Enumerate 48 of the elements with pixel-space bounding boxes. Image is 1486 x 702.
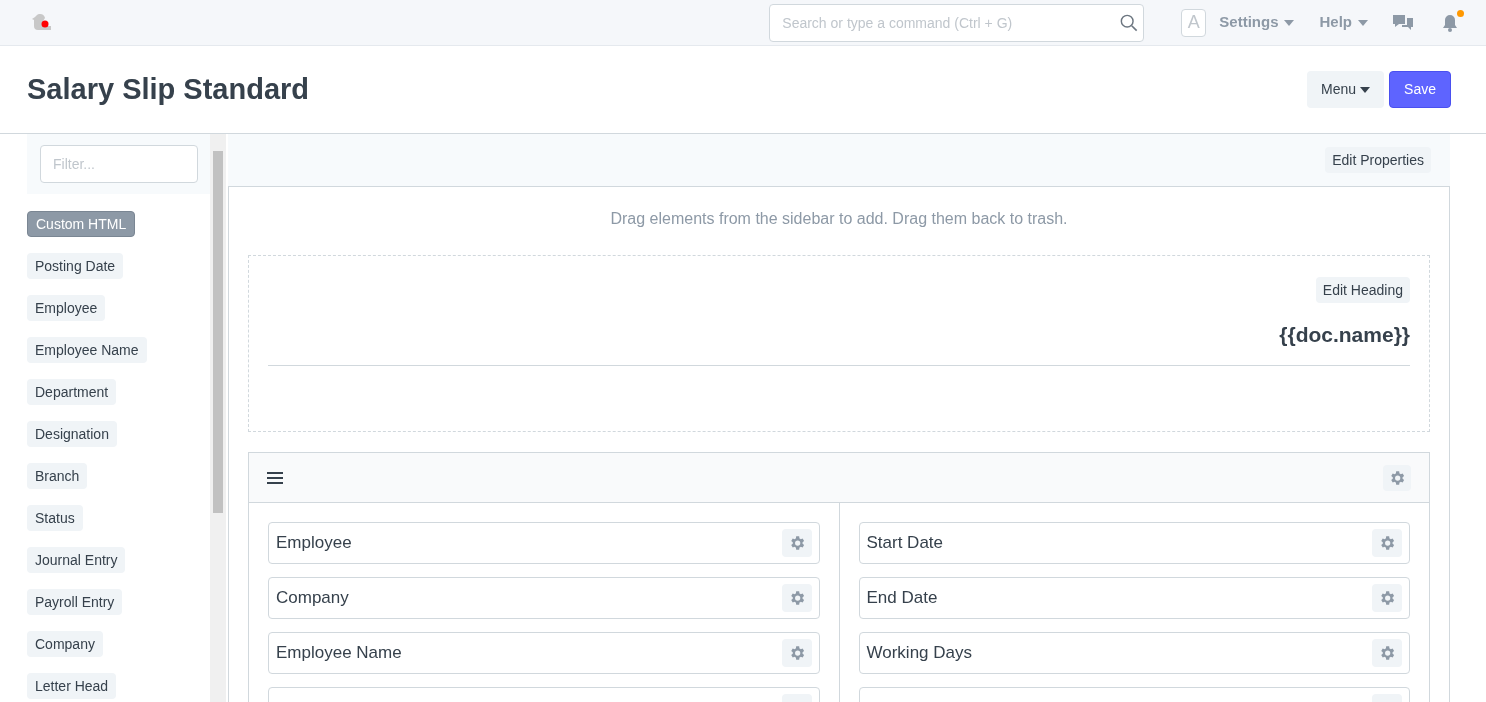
field-label: Company [276, 587, 350, 610]
field-label: Employee [276, 532, 353, 555]
section-settings-button[interactable] [1383, 464, 1411, 491]
sidebar-field-item[interactable]: Employee Name [27, 337, 147, 363]
field-card[interactable]: Employee Name [268, 632, 820, 674]
field-settings-button[interactable] [781, 529, 812, 557]
filter-field[interactable]: Filter... [40, 145, 198, 183]
field-label: Working Days [866, 642, 973, 665]
caret-icon [1284, 19, 1295, 26]
field-card[interactable]: End Date [858, 577, 1410, 619]
chat-icon[interactable] [1392, 13, 1414, 32]
sidebar-field-item[interactable]: Journal Entry [27, 547, 126, 573]
search-icon [1120, 13, 1139, 32]
sidebar-field-item[interactable]: Posting Date [27, 253, 124, 279]
caret-icon [1358, 19, 1368, 26]
sidebar-field-item[interactable]: Company [27, 631, 103, 657]
scrollbar[interactable] [210, 134, 226, 702]
menu-icon[interactable] [267, 470, 283, 485]
heading-text: {{doc.name}} [1279, 322, 1410, 348]
sidebar-field-item[interactable]: Status [27, 505, 83, 531]
menu-button[interactable]: Menu [1307, 71, 1385, 108]
field-label: Employee Name [276, 642, 403, 665]
instruction-text: Drag elements from the sidebar to add. Drag them back to trash. [609, 209, 1069, 229]
sidebar-field-item[interactable]: Employee [27, 295, 106, 321]
field-settings-button[interactable] [781, 584, 812, 612]
field-settings-button[interactable] [1372, 529, 1402, 557]
sidebar-field-item[interactable]: Branch [27, 463, 88, 489]
field-settings-button[interactable] [1372, 584, 1402, 612]
field-card[interactable]: Working Days [858, 632, 1410, 674]
field-label: End Date [866, 587, 939, 610]
sidebar-field-item[interactable]: Designation [27, 421, 117, 447]
bell-icon[interactable] [1442, 13, 1458, 32]
field-card[interactable]: Start Date [858, 522, 1410, 564]
sidebar-field-item[interactable]: Letter Head [27, 673, 117, 699]
edit-heading-button[interactable]: Edit Heading [1315, 277, 1410, 303]
search-field[interactable]: Search or type a command (Ctrl + G) [769, 3, 1145, 42]
field-label: Start Date [866, 532, 945, 555]
bird-logo-icon[interactable] [30, 12, 54, 33]
field-settings-button[interactable] [1372, 639, 1402, 667]
sidebar-field-item[interactable]: Payroll Entry [27, 589, 123, 615]
edit-properties-button[interactable]: Edit Properties [1325, 147, 1431, 173]
caret-icon [1360, 86, 1371, 93]
field-card[interactable]: Employee [268, 522, 820, 564]
page-title: Salary Slip Standard [27, 71, 310, 107]
field-settings-button[interactable] [781, 639, 812, 667]
field-card[interactable]: Company [268, 577, 820, 619]
sidebar-field-item[interactable]: Department [27, 379, 117, 405]
save-button[interactable]: Save [1389, 71, 1451, 108]
